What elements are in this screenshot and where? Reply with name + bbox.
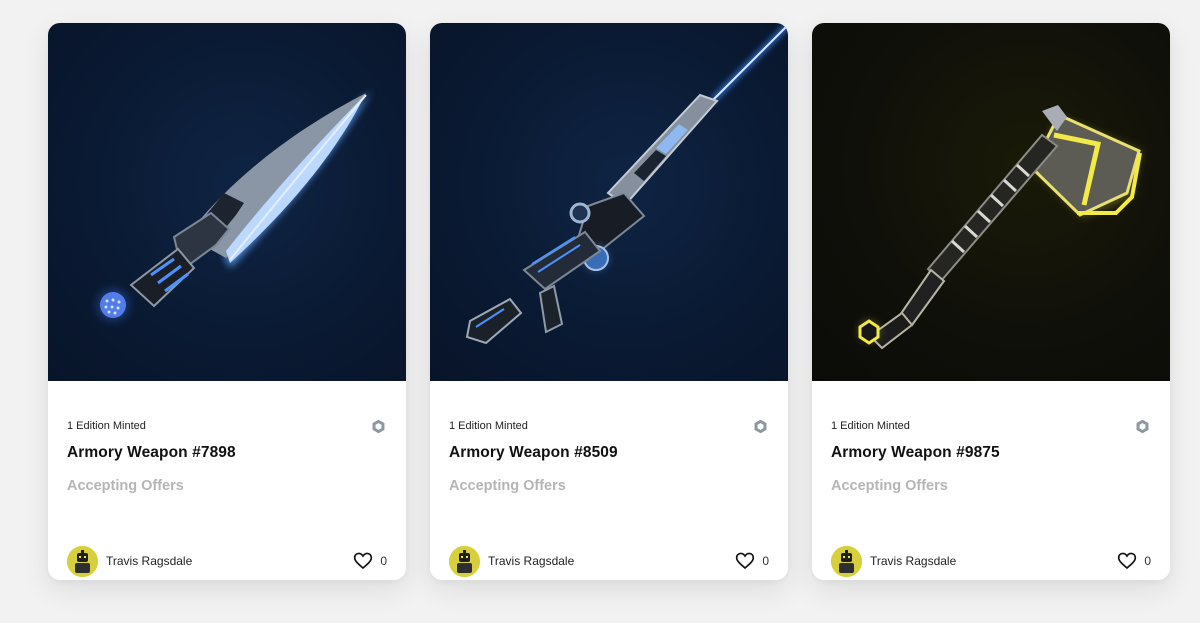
creator-avatar[interactable] bbox=[67, 545, 98, 577]
heart-icon[interactable] bbox=[1117, 551, 1137, 570]
sale-status: Accepting Offers bbox=[449, 478, 566, 494]
nft-card-grid: 1 Edition Minted Armory Weapon #7898 Acc… bbox=[0, 0, 1200, 623]
robot-avatar-icon bbox=[67, 545, 98, 577]
nft-image-rifle[interactable] bbox=[430, 23, 788, 381]
nft-card-info: 1 Edition Minted Armory Weapon #8509 Acc… bbox=[449, 381, 769, 580]
hexagon-chain-icon bbox=[754, 419, 767, 434]
edition-label: 1 Edition Minted bbox=[449, 420, 528, 432]
nft-card-info: 1 Edition Minted Armory Weapon #7898 Acc… bbox=[67, 381, 387, 580]
nft-title[interactable]: Armory Weapon #9875 bbox=[831, 444, 1000, 462]
blue-laser-rifle-icon bbox=[465, 23, 788, 345]
like-count: 0 bbox=[380, 553, 387, 568]
nft-image-blade[interactable] bbox=[48, 23, 406, 381]
like-control[interactable]: 0 bbox=[735, 551, 769, 570]
creator-name[interactable]: Travis Ragsdale bbox=[488, 554, 574, 568]
blue-glowing-blade-icon bbox=[96, 91, 371, 322]
nft-image-axe[interactable] bbox=[812, 23, 1170, 381]
sale-status: Accepting Offers bbox=[67, 478, 184, 494]
like-control[interactable]: 0 bbox=[1117, 551, 1151, 570]
robot-avatar-icon bbox=[449, 545, 480, 577]
sale-status: Accepting Offers bbox=[831, 478, 948, 494]
edition-label: 1 Edition Minted bbox=[831, 420, 910, 432]
edition-label: 1 Edition Minted bbox=[67, 420, 146, 432]
yellow-glowing-axe-icon bbox=[858, 105, 1142, 350]
creator-info[interactable]: Travis Ragsdale bbox=[67, 545, 192, 577]
creator-info[interactable]: Travis Ragsdale bbox=[831, 545, 956, 577]
creator-avatar[interactable] bbox=[449, 545, 480, 577]
nft-card[interactable]: 1 Edition Minted Armory Weapon #7898 Acc… bbox=[48, 23, 406, 580]
like-control[interactable]: 0 bbox=[353, 551, 387, 570]
robot-avatar-icon bbox=[831, 545, 862, 577]
hexagon-chain-icon bbox=[1136, 419, 1149, 434]
creator-info[interactable]: Travis Ragsdale bbox=[449, 545, 574, 577]
heart-icon[interactable] bbox=[735, 551, 755, 570]
like-count: 0 bbox=[762, 553, 769, 568]
heart-icon[interactable] bbox=[353, 551, 373, 570]
hexagon-chain-icon bbox=[372, 419, 385, 434]
creator-avatar[interactable] bbox=[831, 545, 862, 577]
nft-card[interactable]: 1 Edition Minted Armory Weapon #8509 Acc… bbox=[430, 23, 788, 580]
nft-title[interactable]: Armory Weapon #8509 bbox=[449, 444, 618, 462]
like-count: 0 bbox=[1144, 553, 1151, 568]
nft-card-info: 1 Edition Minted Armory Weapon #9875 Acc… bbox=[831, 381, 1151, 580]
creator-name[interactable]: Travis Ragsdale bbox=[106, 554, 192, 568]
nft-title[interactable]: Armory Weapon #7898 bbox=[67, 444, 236, 462]
nft-card[interactable]: 1 Edition Minted Armory Weapon #9875 Acc… bbox=[812, 23, 1170, 580]
creator-name[interactable]: Travis Ragsdale bbox=[870, 554, 956, 568]
